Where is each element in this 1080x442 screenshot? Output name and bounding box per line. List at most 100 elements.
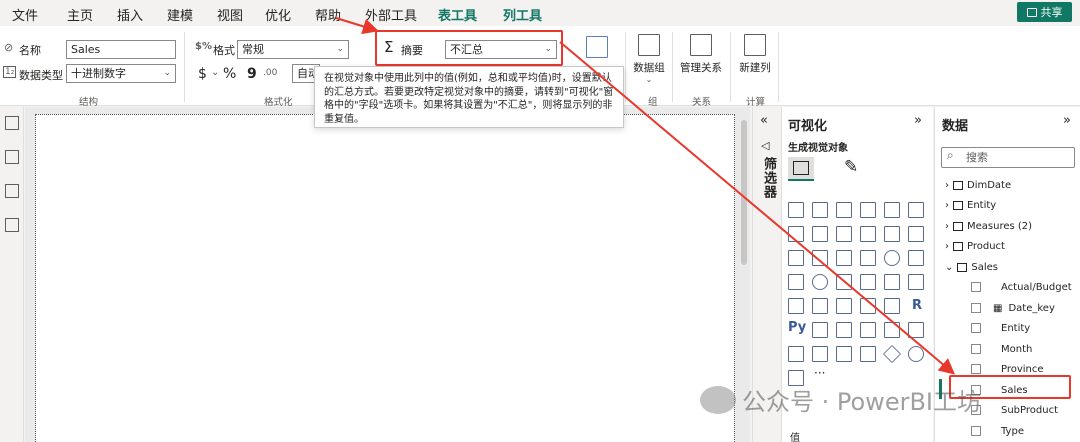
donut-chart-icon[interactable] — [884, 250, 900, 266]
chevron-visual-icon[interactable] — [908, 346, 924, 362]
name-input[interactable]: Sales — [66, 40, 176, 59]
power-apps-icon[interactable] — [812, 346, 828, 362]
search-input[interactable]: 搜索 — [941, 147, 1075, 168]
scatter-chart-icon[interactable] — [836, 250, 852, 266]
expand-chevrons-icon[interactable]: « — [760, 113, 768, 128]
field-actual-budget[interactable]: Actual/Budget — [971, 278, 1072, 296]
waterfall-chart-icon[interactable] — [788, 250, 804, 266]
field-checkbox[interactable] — [971, 303, 981, 313]
field-name: SubProduct — [1001, 404, 1059, 416]
menu-optimize[interactable]: 优化 — [265, 5, 291, 24]
table-icon — [953, 241, 963, 251]
diamond-visual-icon[interactable] — [882, 344, 902, 364]
field-checkbox[interactable] — [971, 282, 981, 292]
report-page[interactable] — [35, 114, 735, 442]
chevron-right-icon: › — [945, 199, 949, 211]
comma-button[interactable]: 9 — [247, 66, 257, 82]
kpi-icon[interactable] — [812, 298, 828, 314]
table-measures[interactable]: › Measures (2) — [945, 217, 1032, 235]
table-sales[interactable]: ⌄ Sales — [945, 258, 998, 276]
menu-external-tools[interactable]: 外部工具 — [365, 5, 417, 24]
multi-row-card-icon[interactable] — [788, 298, 804, 314]
stacked-column-chart-icon[interactable] — [812, 202, 828, 218]
chevron-down-icon[interactable]: ⌄ — [211, 67, 219, 78]
share-button[interactable]: 共享 — [1017, 2, 1072, 22]
field-checkbox[interactable] — [971, 323, 981, 333]
power-automate-icon[interactable] — [836, 346, 852, 362]
table-product[interactable]: › Product — [945, 237, 1005, 255]
slicer-icon[interactable] — [836, 298, 852, 314]
r-visual-icon[interactable]: R — [912, 298, 922, 313]
sort-by-column-icon[interactable] — [586, 36, 608, 58]
field-subproduct[interactable]: SubProduct — [971, 401, 1058, 419]
format-select[interactable]: 常规 ⌄ — [237, 40, 349, 59]
tab-table-tools[interactable]: 表工具 — [438, 5, 477, 24]
decomposition-tree-icon[interactable] — [836, 322, 852, 338]
menu-view[interactable]: 视图 — [217, 5, 243, 24]
field-date-key[interactable]: ▦ Date_key — [971, 299, 1055, 317]
table-entity[interactable]: › Entity — [945, 196, 996, 214]
100-stacked-column-chart-icon[interactable] — [908, 202, 924, 218]
filled-map-icon[interactable] — [812, 274, 828, 290]
manage-relationships-button[interactable]: 管理关系 — [676, 34, 726, 75]
ribbon-chart-icon[interactable] — [908, 226, 924, 242]
card-icon[interactable] — [908, 274, 924, 290]
paginated-report-icon[interactable] — [788, 346, 804, 362]
field-month[interactable]: Month — [971, 340, 1032, 358]
shape-map-icon[interactable] — [836, 274, 852, 290]
build-visual-tab[interactable] — [788, 157, 814, 181]
field-checkbox[interactable] — [971, 364, 981, 374]
gauge-icon[interactable] — [884, 274, 900, 290]
pie-chart-icon[interactable] — [860, 250, 876, 266]
canvas-scrollbar[interactable] — [741, 120, 747, 265]
table-view-icon[interactable] — [5, 150, 19, 164]
area-chart-icon[interactable] — [812, 226, 828, 242]
menu-modeling[interactable]: 建模 — [167, 5, 193, 24]
stacked-bar-chart-icon[interactable] — [788, 202, 804, 218]
model-view-icon[interactable] — [5, 184, 19, 198]
goals-icon[interactable] — [908, 322, 924, 338]
new-column-button[interactable]: 新建列 — [730, 34, 780, 75]
collapse-chevrons-icon[interactable]: » — [1063, 113, 1071, 128]
menu-home[interactable]: 主页 — [67, 5, 93, 24]
clustered-bar-chart-icon[interactable] — [836, 202, 852, 218]
more-visuals-icon[interactable]: ··· — [814, 366, 825, 380]
narrative-icon[interactable] — [860, 346, 876, 362]
report-view-icon[interactable] — [5, 116, 19, 130]
collapse-chevrons-icon[interactable]: » — [914, 113, 922, 128]
100-stacked-bar-chart-icon[interactable] — [884, 202, 900, 218]
key-influencers-icon[interactable] — [812, 322, 828, 338]
currency-button[interactable]: $ — [198, 66, 207, 82]
table-icon[interactable] — [860, 298, 876, 314]
menu-file[interactable]: 文件 — [12, 5, 38, 24]
menu-insert[interactable]: 插入 — [117, 5, 143, 24]
line-stacked-column-chart-icon[interactable] — [860, 226, 876, 242]
datatype-select[interactable]: 十进制数字 ⌄ — [66, 64, 176, 83]
smart-narrative-icon[interactable] — [884, 322, 900, 338]
percent-button[interactable]: % — [223, 66, 236, 82]
qa-icon[interactable] — [860, 322, 876, 338]
divider — [778, 32, 779, 102]
decimal-icon[interactable]: .00 — [263, 68, 277, 78]
line-chart-icon[interactable] — [788, 226, 804, 242]
table-dimdate[interactable]: › DimDate — [945, 176, 1011, 194]
python-visual-icon[interactable]: Py — [788, 320, 806, 335]
azure-map-icon[interactable] — [860, 274, 876, 290]
matrix-icon[interactable] — [884, 298, 900, 314]
map-icon[interactable] — [788, 274, 804, 290]
line-clustered-column-chart-icon[interactable] — [884, 226, 900, 242]
divider — [184, 32, 185, 102]
field-checkbox[interactable] — [971, 426, 981, 436]
format-visual-icon[interactable]: ✎ — [844, 157, 858, 177]
data-groups-button[interactable]: 数据组 ⌄ — [624, 34, 674, 84]
treemap-icon[interactable] — [908, 250, 924, 266]
funnel-chart-icon[interactable] — [812, 250, 828, 266]
field-type[interactable]: Type — [971, 422, 1024, 440]
dax-query-view-icon[interactable] — [5, 218, 19, 232]
field-checkbox[interactable] — [971, 344, 981, 354]
tab-column-tools[interactable]: 列工具 — [500, 5, 545, 29]
field-entity[interactable]: Entity — [971, 319, 1030, 337]
stacked-area-chart-icon[interactable] — [836, 226, 852, 242]
menu-help[interactable]: 帮助 — [315, 5, 341, 24]
clustered-column-chart-icon[interactable] — [860, 202, 876, 218]
